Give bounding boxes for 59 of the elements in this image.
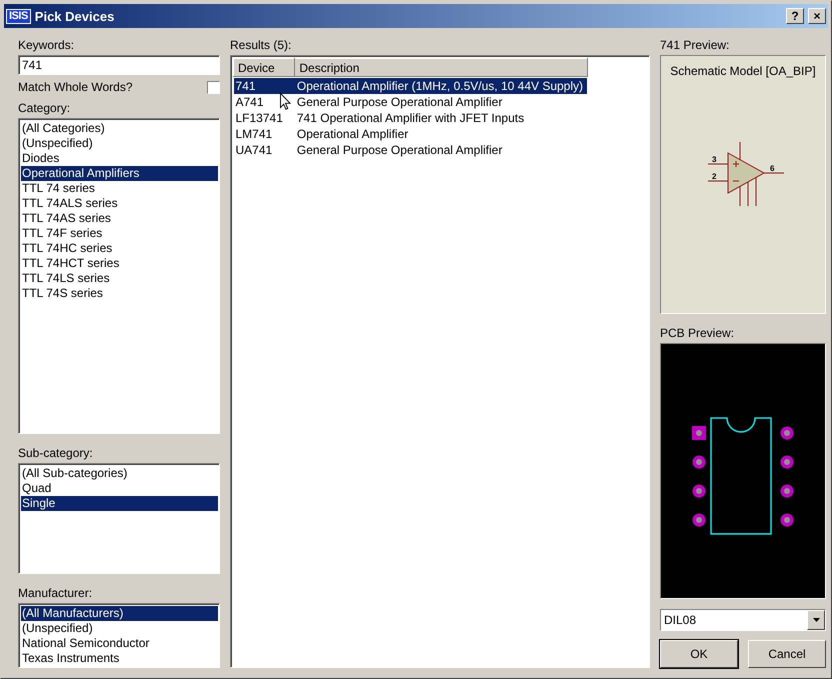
column-header[interactable]: Description [294,58,588,76]
list-item[interactable]: Texas Instruments [21,651,218,666]
list-item[interactable]: TTL 74ALS series [21,196,218,211]
description-cell-text: General Purpose Operational Amplifier [296,142,504,158]
list-item[interactable]: TTL 74 series [21,181,218,196]
model-name: Schematic Model [OA_BIP] [670,64,816,78]
description-cell: Operational Amplifier (1MHz, 0.5V/us, 10 44V Supply) [294,78,588,94]
mouse-pointer-icon [280,92,291,111]
device-cell: 741 [234,78,283,94]
list-item[interactable]: TTL 74AS series [21,211,218,226]
list-item[interactable]: (Unspecified) [21,621,218,636]
list-item[interactable]: TTL 74F series [21,226,218,241]
result-row[interactable]: LM741 Operational Amplifier [234,126,588,142]
dialog-button[interactable]: OK [660,640,738,668]
description-cell-text: 741 Operational Amplifier with JFET Inputs [296,110,526,126]
device-cell: A741 [234,94,283,110]
list-label: Sub-category: [18,446,94,461]
device-cell-text: LF13741 [234,110,283,126]
device-cell-text: LM741 [234,126,274,142]
list-item[interactable]: National Semiconductor [21,636,218,651]
close-button[interactable]: × [808,8,826,24]
list-item[interactable]: Operational Amplifiers [21,166,218,181]
dropdown-arrow-icon [812,618,820,622]
list-item[interactable]: TTL 74S series [21,286,218,301]
preview-label: 741 Preview: [660,38,730,53]
list-item[interactable]: (All Sub-categories) [21,466,218,481]
list-label: Manufacturer: [18,586,94,601]
dialog-button[interactable]: Cancel [748,640,826,668]
result-row[interactable]: LF13741 741 Operational Amplifier with JFET Inputs [234,110,588,126]
list-item[interactable]: Quad [21,481,218,496]
description-cell-text: Operational Amplifier [296,126,410,142]
results-label: Results (5): [230,38,292,53]
list-label: Category: [18,101,72,116]
help-button[interactable]: ? [786,8,804,24]
list-item[interactable]: (Unspecified) [21,136,218,151]
list-item[interactable]: (All Categories) [21,121,218,136]
pin-number: 6 [770,164,774,173]
column-header[interactable]: Device [234,58,295,76]
keywords-label: Keywords: [18,38,76,53]
window-title: Pick Devices [34,8,116,24]
pin-number: 2 [712,172,716,181]
list-item[interactable]: Diodes [21,151,218,166]
keywords-field[interactable]: 741 [18,55,220,75]
device-cell-text: UA741 [234,142,274,158]
preview-label: PCB Preview: [660,326,736,342]
package-dropdown[interactable]: DIL08 [660,609,826,631]
match-whole-words-label: Match Whole Words? [18,80,132,94]
app-logo: ISIS [6,8,31,24]
result-row[interactable]: UA741 General Purpose Operational Amplifier [234,142,588,158]
list-item[interactable]: TTL 74HC series [21,241,218,256]
list-item[interactable]: TTL 74HCT series [21,256,218,271]
checkbox[interactable] [207,80,220,94]
result-row[interactable]: 741 Operational Amplifier (1MHz, 0.5V/us, 10 44V Supply) [234,78,588,94]
list-item[interactable]: TTL 74LS series [21,271,218,286]
list-item[interactable]: (All Manufacturers) [21,606,218,621]
result-row[interactable]: A741 General Purpose Operational Amplifier [234,94,588,110]
description-cell: General Purpose Operational Amplifier [294,94,588,110]
pin-number: 3 [712,155,716,164]
list-item[interactable]: Single [21,496,218,511]
